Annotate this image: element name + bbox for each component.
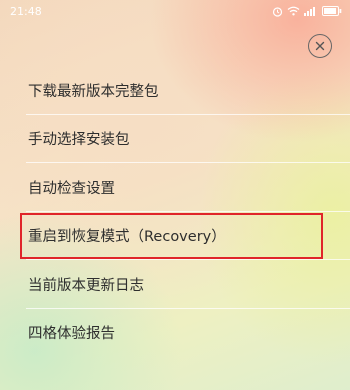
battery-icon — [322, 6, 342, 16]
wifi-icon — [287, 6, 300, 16]
update-menu: 下载最新版本完整包 手动选择安装包 自动检查设置 重启到恢复模式（Recover… — [0, 66, 350, 357]
status-bar: 21:48 — [0, 0, 350, 22]
menu-item-reboot-recovery[interactable]: 重启到恢复模式（Recovery） — [0, 212, 350, 261]
menu-item-label: 重启到恢复模式（Recovery） — [28, 229, 226, 246]
status-icons — [272, 6, 342, 17]
close-button[interactable] — [308, 34, 332, 58]
menu-item-label: 手动选择安装包 — [28, 132, 130, 149]
menu-item-changelog[interactable]: 当前版本更新日志 — [0, 260, 350, 309]
menu-item-experience-report[interactable]: 四格体验报告 — [0, 309, 350, 358]
menu-item-auto-check-settings[interactable]: 自动检查设置 — [0, 163, 350, 212]
menu-item-label: 当前版本更新日志 — [28, 277, 144, 294]
alarm-icon — [272, 6, 283, 17]
menu-item-label: 下载最新版本完整包 — [28, 83, 159, 100]
close-icon — [315, 41, 325, 51]
menu-item-download-full-package[interactable]: 下载最新版本完整包 — [0, 66, 350, 115]
menu-item-label: 四格体验报告 — [28, 326, 115, 343]
status-time: 21:48 — [10, 4, 42, 18]
signal-icon — [304, 6, 318, 16]
menu-item-manual-select-package[interactable]: 手动选择安装包 — [0, 115, 350, 164]
menu-item-label: 自动检查设置 — [28, 180, 115, 197]
